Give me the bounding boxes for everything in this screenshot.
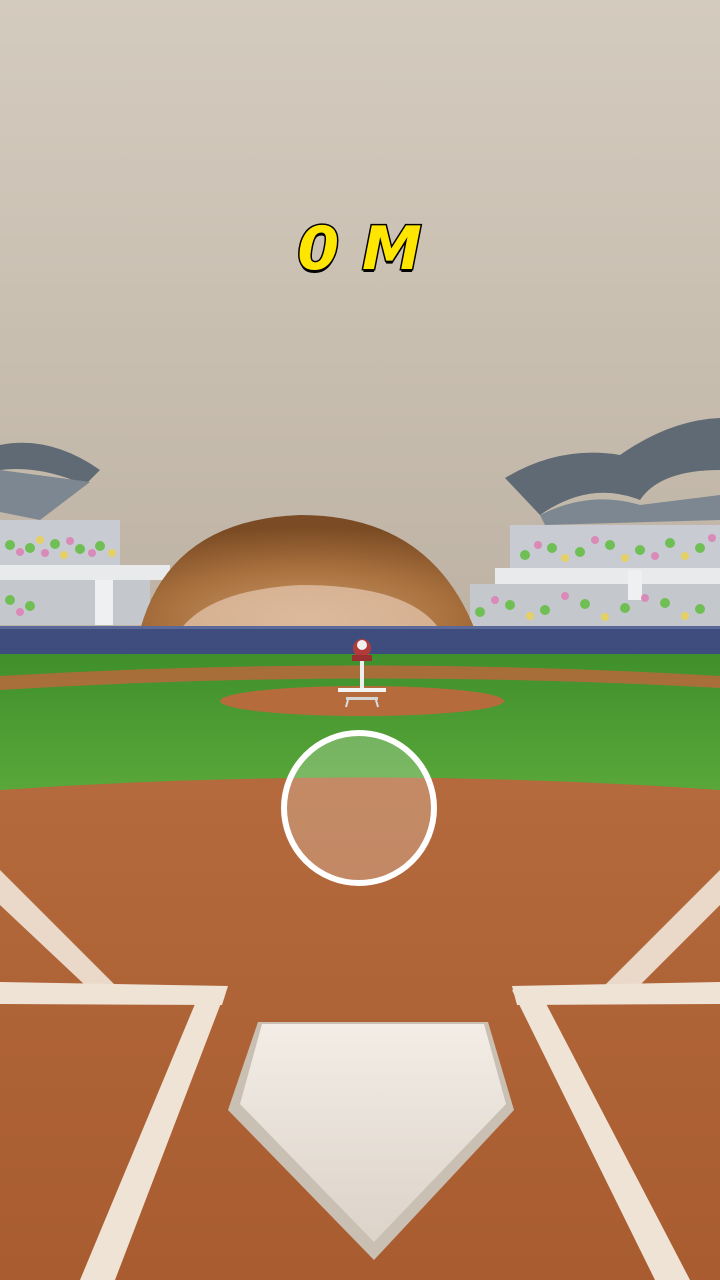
target-ring-icon[interactable] [281,730,437,886]
stadium-scene [0,0,720,1280]
game-screen[interactable]: 0 M [0,0,720,1280]
